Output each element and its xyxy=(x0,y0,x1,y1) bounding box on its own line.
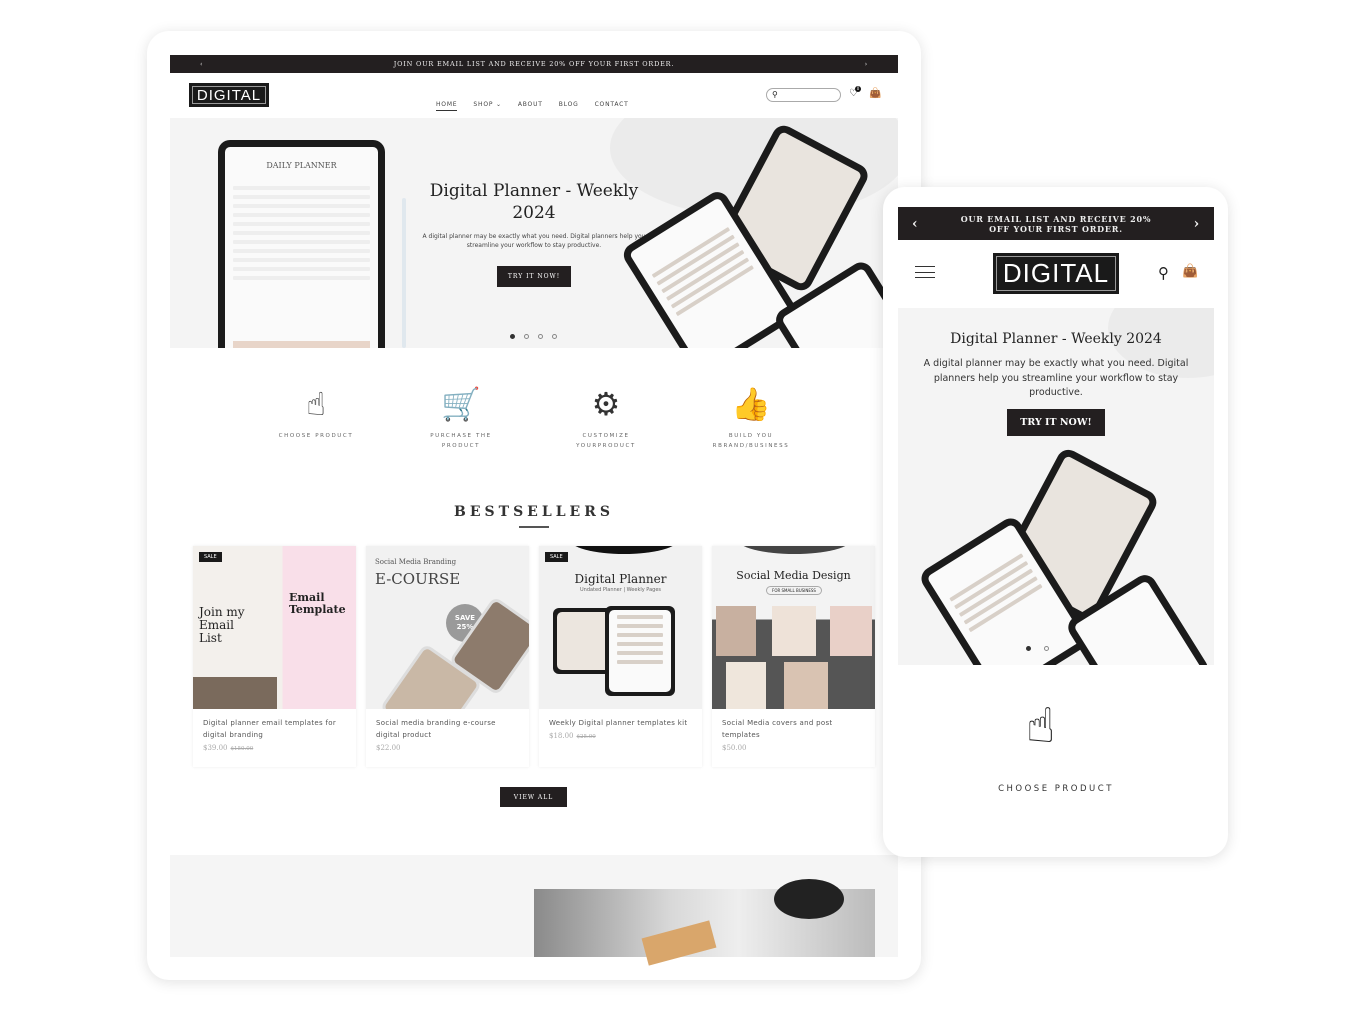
next-icon[interactable]: › xyxy=(1194,216,1200,232)
planner-tablet-image: DAILY PLANNER xyxy=(218,140,385,348)
try-it-now-button[interactable]: TRY IT NOW! xyxy=(497,266,571,287)
slide-dot[interactable] xyxy=(538,334,543,339)
announcement-bar: ‹ JOIN OUR EMAIL LIST AND RECEIVE 20% OF… xyxy=(170,55,898,73)
hamburger-menu-icon[interactable] xyxy=(915,266,935,278)
slide-dot[interactable] xyxy=(1026,646,1031,651)
touch-screen-icon: ☝ xyxy=(306,385,326,423)
slide-dot[interactable] xyxy=(552,334,557,339)
view-all-button[interactable]: VIEW ALL xyxy=(500,787,567,807)
bestsellers-heading: BESTSELLERS xyxy=(454,504,614,520)
mobile-announcement-bar: ‹ OUR EMAIL LIST AND RECEIVE 20% OFF YOU… xyxy=(898,207,1214,240)
prev-icon[interactable]: ‹ xyxy=(912,216,918,232)
product-card[interactable]: SALE Join my Email List Email Template D… xyxy=(193,546,356,767)
next-icon[interactable]: › xyxy=(865,60,868,68)
mobile-try-it-now-button[interactable]: TRY IT NOW! xyxy=(1007,409,1105,436)
search-input[interactable]: ⚲ xyxy=(766,88,841,102)
wishlist-icon[interactable]: ♡ 0 xyxy=(849,86,861,99)
prev-icon[interactable]: ‹ xyxy=(200,60,203,68)
nav-about[interactable]: ABOUT xyxy=(518,101,543,108)
gear-hand-icon: ⚙ xyxy=(591,385,621,423)
product-card[interactable]: SALE Digital Planner Undated Planner | W… xyxy=(539,546,702,767)
search-icon[interactable]: ⚲ xyxy=(1158,264,1169,282)
thumbs-up-star-icon: 👍 xyxy=(731,385,771,423)
slide-dot[interactable] xyxy=(1044,646,1049,651)
mobile-hero: Digital Planner - Weekly 2024 A digital … xyxy=(898,308,1214,665)
cart-dollar-icon: 🛒 xyxy=(441,385,481,423)
nav-shop[interactable]: SHOP ⌄ xyxy=(473,101,501,108)
slide-dot[interactable] xyxy=(510,334,515,339)
touch-screen-icon: ☝ xyxy=(1026,698,1056,754)
slide-dot[interactable] xyxy=(524,334,529,339)
feature-image xyxy=(534,879,875,966)
cart-icon[interactable]: 👜 xyxy=(869,88,881,99)
nav-blog[interactable]: BLOG xyxy=(559,101,579,108)
product-card[interactable]: Social Media Design FOR SMALL BUSINESS S… xyxy=(712,546,875,767)
main-nav: HOME SHOP ⌄ ABOUT BLOG CONTACT xyxy=(428,91,637,111)
step-build-brand: 👍 BUILD YOU RBRAND/BUSINESS xyxy=(696,385,806,451)
product-card[interactable]: Social Media Branding E-COURSE SAVE 25% … xyxy=(366,546,529,767)
mobile-logo[interactable]: DIGITAL xyxy=(993,253,1119,294)
step-customize: ⚙ CUSTOMIZE YOURPRODUCT xyxy=(551,385,661,451)
hero-text: A digital planner may be exactly what yo… xyxy=(422,233,646,249)
nav-contact[interactable]: CONTACT xyxy=(595,101,629,108)
hero-slider: DAILY PLANNER Digital Planner - Weekly 2… xyxy=(170,118,898,348)
step-purchase: 🛒 PURCHASE THE PRODUCT xyxy=(406,385,516,451)
wishlist-count: 0 xyxy=(855,86,861,92)
step-choose-product: ☝ CHOOSE PRODUCT xyxy=(261,385,371,441)
logo[interactable]: DIGITAL xyxy=(189,83,269,107)
cart-icon[interactable]: 👜 xyxy=(1182,264,1198,279)
nav-home[interactable]: HOME xyxy=(436,101,458,111)
mobile-step-label: CHOOSE PRODUCT xyxy=(998,784,1114,794)
hero-title: Digital Planner - Weekly 2024 xyxy=(429,181,639,223)
search-icon: ⚲ xyxy=(772,90,778,99)
